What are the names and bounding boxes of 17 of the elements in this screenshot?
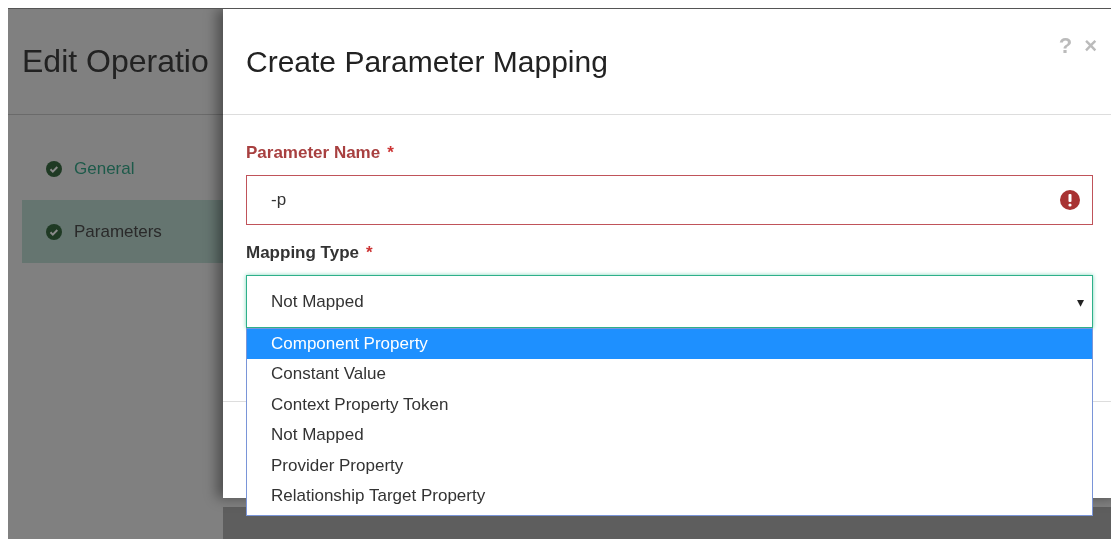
text-field[interactable]: -p	[246, 175, 1093, 225]
dropdown-option[interactable]: Relationship Target Property	[247, 480, 1092, 512]
dropdown-field[interactable]: Not Mapped ▾	[246, 275, 1093, 328]
modal-title: Create Parameter Mapping	[246, 45, 608, 79]
check-circle-icon	[46, 223, 62, 240]
required-mark: *	[366, 243, 373, 263]
required-mark: *	[387, 143, 394, 163]
dropdown-option[interactable]: Context Property Token	[247, 389, 1092, 421]
page-title: Edit Operatio	[22, 43, 209, 80]
dropdown-option[interactable]: Constant Value	[247, 359, 1092, 390]
dropdown-option[interactable]: Provider Property	[247, 450, 1092, 481]
field-label: Mapping Type	[246, 243, 359, 263]
error-icon	[1060, 190, 1080, 210]
caret-icon: ▾	[1077, 293, 1084, 310]
field-label: Parameter Name	[246, 143, 381, 163]
dropdown-option[interactable]: Not Mapped	[247, 420, 1092, 451]
check-circle-icon	[46, 160, 62, 177]
